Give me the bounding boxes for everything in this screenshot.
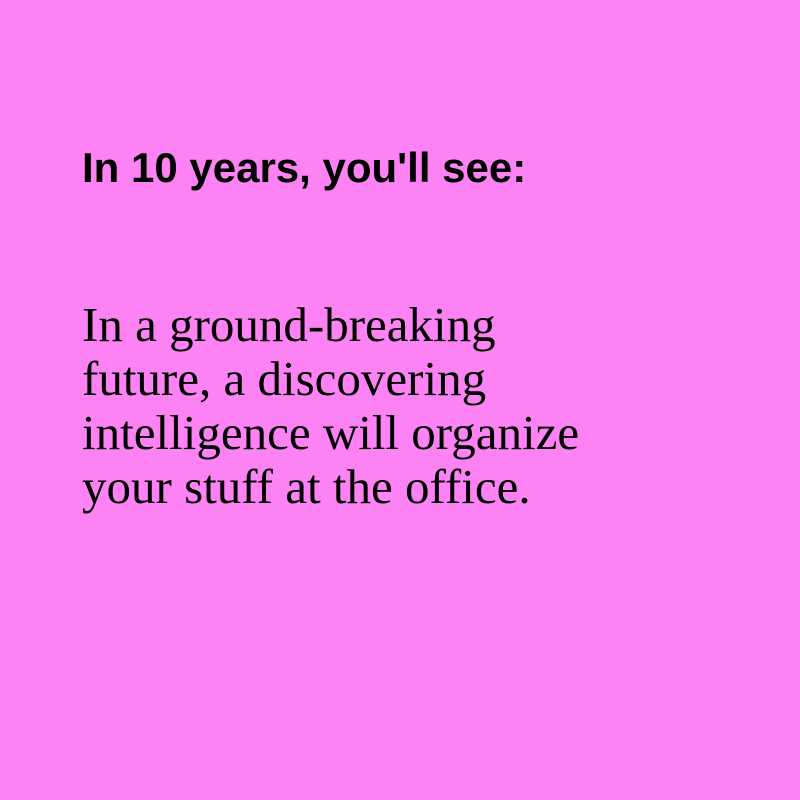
prediction-line: future, a discovering	[82, 351, 487, 406]
prediction-card: In 10 years, you'll see: In a ground-bre…	[0, 0, 800, 800]
prediction-line: intelligence will organize	[82, 405, 580, 460]
prediction-line: your stuff at the office.	[82, 459, 531, 514]
card-heading: In 10 years, you'll see:	[82, 144, 527, 191]
prediction-line: In a ground-breaking	[82, 297, 496, 352]
prediction-text: In a ground-breaking future, a discoveri…	[82, 298, 722, 514]
